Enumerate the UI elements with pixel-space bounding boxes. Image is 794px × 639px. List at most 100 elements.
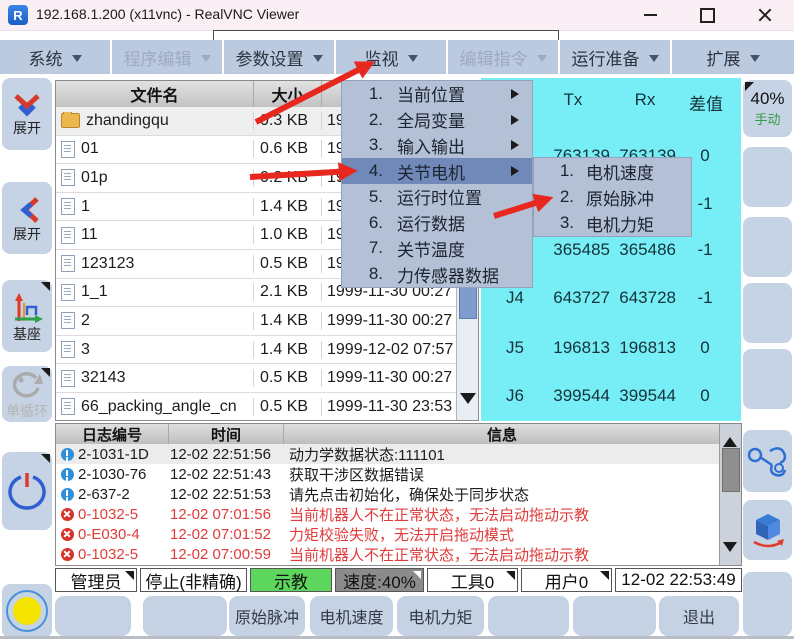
submenu-item-motor-torque[interactable]: 3. 电机力矩	[534, 210, 691, 236]
bottom-button-2[interactable]	[143, 596, 227, 636]
chevron-down-icon	[313, 55, 323, 67]
log-code: 2-1031-1D	[78, 446, 168, 463]
menu-item-force-sensor-data[interactable]: 8.力传感器数据	[342, 261, 532, 287]
bottom-button-1[interactable]	[55, 596, 131, 636]
log-table: 日志编号 时间 信息 2-1031-1D12-02 22:51:56动力学数据状…	[55, 423, 742, 566]
file-name: 3	[81, 341, 90, 359]
menu-run-prepare[interactable]: 运行准备	[560, 40, 670, 74]
close-button[interactable]	[748, 4, 782, 26]
right-rail-button-bottom[interactable]	[743, 572, 792, 636]
right-rail-button-3[interactable]	[743, 283, 792, 343]
file-row[interactable]: 31.4 KB1999-12-02 07:57	[56, 336, 458, 365]
motor-torque-button[interactable]: 电机力矩	[397, 596, 484, 636]
status-teach-mode[interactable]: 示教	[250, 568, 332, 592]
status-tool[interactable]: 工具0	[427, 568, 518, 592]
expand-left-button[interactable]: 展开	[2, 182, 52, 254]
motor-speed-button[interactable]: 电机速度	[310, 596, 393, 636]
scroll-down-icon[interactable]	[460, 393, 476, 412]
maximize-button[interactable]	[690, 4, 724, 26]
log-code: 2-1030-76	[78, 466, 168, 483]
file-row[interactable]: 21.4 KB1999-11-30 00:27	[56, 307, 458, 336]
menu-label: 监视	[365, 45, 399, 70]
log-row[interactable]: 0-1032-512-02 07:00:59当前机器人不在正常状态，无法启动拖动…	[56, 544, 720, 564]
status-user-role[interactable]: 管理员	[55, 568, 137, 592]
log-row[interactable]: 2-1030-7612-02 22:51:43获取干涉区数据错误	[56, 464, 720, 484]
menu-item-number: 3.	[552, 213, 574, 233]
drag-teach-button[interactable]	[743, 430, 792, 492]
submenu-item-motor-speed[interactable]: 1.电机速度	[534, 158, 691, 184]
joint-diff: 0	[685, 335, 725, 361]
menu-extend[interactable]: 扩展	[672, 40, 794, 74]
joint-motor-submenu: 1.电机速度 2. 原始脉冲 3. 电机力矩	[533, 157, 692, 237]
file-row[interactable]: 66_packing_angle_cn0.5 KB1999-11-30 23:5…	[56, 393, 458, 420]
menu-item-current-position[interactable]: 1.当前位置	[342, 81, 532, 107]
status-speed[interactable]: 速度:40%	[335, 568, 424, 592]
bottom-button-7[interactable]	[573, 596, 656, 636]
menu-item-runtime-position[interactable]: 5.运行时位置	[342, 184, 532, 210]
file-name: 66_packing_angle_cn	[81, 398, 237, 416]
joint-row: J4643727643728-1	[481, 285, 741, 311]
bottom-button-6[interactable]	[488, 596, 569, 636]
menu-bar: 系统 程序编辑 参数设置 监视 编辑指令 运行准备 扩展	[0, 40, 794, 75]
menu-item-number: 5.	[356, 187, 383, 207]
log-scrollbar[interactable]	[719, 424, 741, 565]
log-header-msg[interactable]: 信息	[283, 424, 720, 444]
speed-mode-button[interactable]: 40% 手动	[743, 80, 792, 137]
view-3d-button[interactable]	[743, 500, 792, 560]
joint-diff: 0	[685, 383, 725, 409]
file-icon	[61, 370, 75, 387]
scroll-up-icon[interactable]	[723, 430, 737, 447]
raw-pulse-button[interactable]: 原始脉冲	[229, 596, 305, 636]
file-size: 1.0 KB	[253, 226, 321, 244]
menu-item-joint-motor[interactable]: 4.关节电机	[342, 158, 532, 184]
joint-tx: 643727	[540, 285, 610, 311]
log-row[interactable]: 2-1031-1D12-02 22:51:56动力学数据状态:111101	[56, 444, 720, 464]
joint-rx: 196813	[616, 335, 676, 361]
power-button[interactable]	[2, 452, 52, 530]
file-header-name[interactable]: 文件名	[56, 81, 253, 107]
log-row[interactable]: 2-637-212-02 22:51:53请先点击初始化，确保处于同步状态	[56, 484, 720, 504]
log-time: 12-02 22:51:43	[168, 466, 283, 483]
single-cycle-label: 单循环	[6, 404, 48, 419]
submenu-item-raw-pulse[interactable]: 2. 原始脉冲	[534, 184, 691, 210]
file-icon	[61, 198, 75, 215]
log-code: 2-637-2	[78, 486, 168, 503]
log-row[interactable]: 0-E030-412-02 07:01:52力矩校验失败，无法开启拖动模式	[56, 524, 720, 544]
chevron-down-icon	[649, 55, 659, 67]
right-rail-button-2[interactable]	[743, 217, 792, 277]
log-scrollbar-thumb[interactable]	[722, 448, 740, 492]
menu-system[interactable]: 系统	[0, 40, 110, 74]
status-user-frame[interactable]: 用户0	[521, 568, 612, 592]
folder-icon	[61, 113, 80, 128]
log-row[interactable]: 力矩校验失败，无法开启拖动模式	[56, 564, 720, 565]
scroll-down-icon[interactable]	[723, 542, 737, 559]
exit-button[interactable]: 退出	[659, 596, 739, 636]
vnc-toolbar-tab[interactable]	[213, 30, 559, 40]
file-size: 0.2 KB	[253, 169, 321, 187]
menu-item-global-variables[interactable]: 2.全局变量	[342, 107, 532, 133]
minimize-button[interactable]	[633, 4, 667, 26]
menu-parameter-settings[interactable]: 参数设置	[224, 40, 334, 74]
file-date: 1999-11-30 00:27	[321, 369, 458, 387]
menu-item-label: 原始脉冲	[586, 185, 654, 210]
menu-item-number: 4.	[356, 161, 383, 181]
menu-monitor[interactable]: 监视	[336, 40, 446, 74]
log-message: 获取干涉区数据错误	[283, 464, 424, 485]
file-header-size[interactable]: 大小	[253, 81, 321, 107]
menu-item-run-data[interactable]: 6.运行数据	[342, 210, 532, 236]
menu-item-number: 2.	[552, 187, 574, 207]
menu-item-label: 电机力矩	[586, 211, 654, 236]
log-header-time[interactable]: 时间	[168, 424, 283, 444]
base-frame-button[interactable]: 基座	[2, 280, 52, 352]
expand-down-button[interactable]: 展开	[2, 78, 52, 150]
file-row[interactable]: 321430.5 KB1999-11-30 00:27	[56, 364, 458, 393]
log-row[interactable]: 0-1032-512-02 07:01:56当前机器人不在正常状态，无法启动拖动…	[56, 504, 720, 524]
record-button[interactable]	[2, 584, 52, 638]
log-header-code[interactable]: 日志编号	[56, 424, 168, 444]
menu-item-input-output[interactable]: 3.输入输出	[342, 133, 532, 159]
right-rail-button-4[interactable]	[743, 349, 792, 409]
right-rail-button-1[interactable]	[743, 147, 792, 207]
window-titlebar: R 192.168.1.200 (x11vnc) - RealVNC Viewe…	[0, 0, 794, 31]
status-run-state[interactable]: 停止(非精确)	[140, 568, 247, 592]
menu-item-joint-temperature[interactable]: 7.关节温度	[342, 236, 532, 262]
